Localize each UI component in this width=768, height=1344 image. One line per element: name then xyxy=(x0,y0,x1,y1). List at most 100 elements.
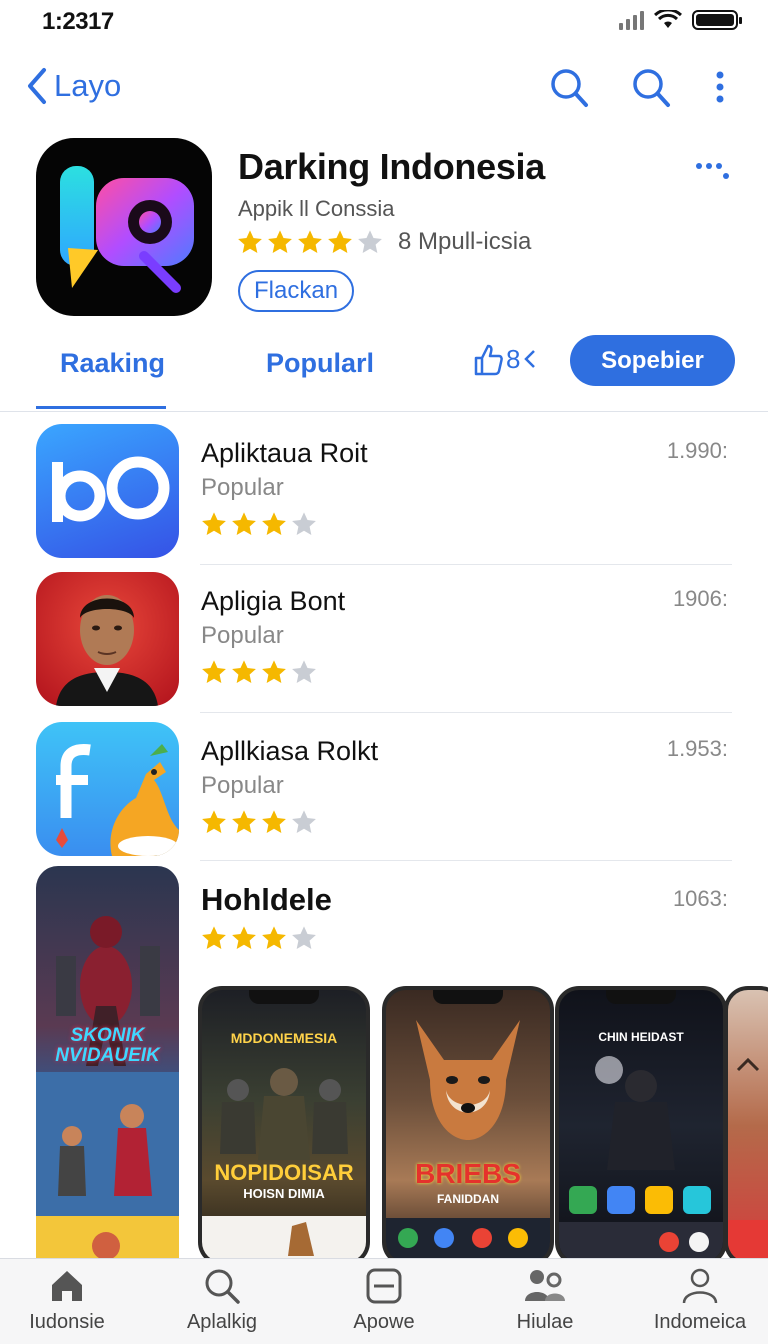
tabbar-label: Aplalkig xyxy=(186,1311,258,1333)
people-icon xyxy=(525,1270,565,1301)
star-icon xyxy=(202,810,226,833)
app-thumbnail xyxy=(36,424,179,558)
fox-image xyxy=(386,1020,550,1262)
screenshot-card[interactable]: CHIN HEIDAST xyxy=(555,986,727,1266)
app-name: Apliktaua Roit xyxy=(201,438,368,468)
app-category: Popular xyxy=(201,772,284,799)
tab-row: Raaking Popularl 8 Sopebier xyxy=(0,330,768,412)
star-icon xyxy=(202,926,226,949)
divider xyxy=(200,564,732,565)
star-icon xyxy=(232,926,256,949)
soldiers-image xyxy=(202,1068,366,1262)
download-count: 1.953: xyxy=(666,736,728,761)
signal-icon xyxy=(619,10,644,30)
portrait-image xyxy=(56,595,158,706)
app-thumbnail xyxy=(36,722,179,856)
rating-stars xyxy=(236,228,384,256)
download-count: 1.990: xyxy=(666,438,728,463)
star-icon xyxy=(262,512,286,535)
thumbs-up-icon xyxy=(474,344,503,376)
featured-poster: SKONIK NVIDAUEIK xyxy=(36,866,179,1266)
more-horizontal-icon[interactable] xyxy=(694,160,730,184)
screenshot-card[interactable] xyxy=(724,986,768,1266)
chevron-left-small-icon xyxy=(524,350,536,368)
search-icon[interactable] xyxy=(630,66,672,110)
search-icon xyxy=(205,1269,240,1304)
tabbar-label: Indomeica xyxy=(653,1311,747,1333)
armored-figure-image xyxy=(559,1056,723,1262)
star-empty-icon xyxy=(358,230,382,253)
star-icon xyxy=(202,660,226,683)
star-icon xyxy=(328,230,352,253)
screenshot-headline: NOPIDOISAR xyxy=(214,1160,354,1185)
tabbar-label: Apowe xyxy=(353,1311,415,1333)
screenshot-card[interactable]: BRIEBS FANIDDAN xyxy=(382,986,554,1266)
tabbar-item-apps[interactable]: Apowe xyxy=(309,1267,459,1334)
app-header: Darking Indonesia Appik ll Conssia 8 Mpu… xyxy=(0,136,768,326)
app-title: Darking Indonesia xyxy=(238,146,545,187)
tabbar-label: Iudonsie xyxy=(29,1311,105,1333)
star-icon xyxy=(268,230,292,253)
subscribe-button[interactable]: Sopebier xyxy=(570,335,735,386)
back-label: Layo xyxy=(54,68,122,103)
status-time: 1:2317 xyxy=(42,8,114,35)
bottom-tab-bar: Iudonsie Aplalkig Apowe Hiulae Indomeica xyxy=(0,1258,768,1344)
tabbar-item-profile[interactable]: Indomeica xyxy=(625,1267,768,1334)
chevron-left-icon xyxy=(28,68,46,104)
divider xyxy=(200,712,732,713)
apps-icon xyxy=(366,1268,402,1304)
star-icon xyxy=(232,810,256,833)
list-item[interactable]: Apligia Bont Popular 1906: xyxy=(0,572,768,720)
star-icon xyxy=(262,926,286,949)
star-icon xyxy=(238,230,262,253)
search-icon[interactable] xyxy=(548,66,590,110)
back-button[interactable]: Layo xyxy=(24,66,121,106)
rating-stars xyxy=(200,658,318,686)
app-name: Apligia Bont xyxy=(201,586,346,616)
screenshot-card[interactable]: MDDONEMESIA NOPIDOISAR HOISN DIMIA xyxy=(198,986,370,1266)
list-item[interactable]: Apllkiasa Rolkt Popular 1.953: xyxy=(0,722,768,870)
tabbar-item-people[interactable]: Hiulae xyxy=(470,1267,620,1334)
rating-text: 8 Mpull-icsia xyxy=(398,228,532,255)
partial-screenshot-image xyxy=(728,1057,768,1262)
tabbar-label: Hiulae xyxy=(516,1311,574,1333)
screenshot-headline: BRIEBS xyxy=(415,1158,521,1189)
screenshot-subtitle: HOISN DIMIA xyxy=(243,1186,325,1201)
camera-logo-icon xyxy=(60,166,194,293)
nav-bar: Layo xyxy=(0,58,768,122)
tag-button[interactable]: Flackan xyxy=(238,270,355,312)
app-icon[interactable] xyxy=(36,138,212,316)
active-tab-indicator xyxy=(36,406,166,409)
poster-art-image xyxy=(36,916,179,1266)
more-vertical-icon[interactable] xyxy=(714,66,726,110)
rating-stars xyxy=(200,510,318,538)
like-count: 8 xyxy=(506,343,521,374)
home-icon xyxy=(52,1271,82,1301)
app-name: Apllkiasa Rolkt xyxy=(201,736,379,766)
profile-icon xyxy=(682,1268,718,1304)
divider xyxy=(200,860,732,861)
star-icon xyxy=(298,230,322,253)
star-icon xyxy=(232,512,256,535)
star-empty-icon xyxy=(292,926,316,949)
bo-logo-icon xyxy=(52,456,170,522)
wifi-icon xyxy=(654,10,682,28)
star-empty-icon xyxy=(292,512,316,535)
tabbar-item-search[interactable]: Aplalkig xyxy=(147,1267,297,1334)
tab-ranking[interactable]: Raaking xyxy=(60,348,165,379)
rating-stars xyxy=(200,924,318,952)
list-item[interactable]: Apliktaua Roit Popular 1.990: xyxy=(0,424,768,572)
like-button[interactable]: 8 xyxy=(472,342,538,376)
star-icon xyxy=(232,660,256,683)
tabbar-item-home[interactable]: Iudonsie xyxy=(0,1267,142,1334)
f-bird-logo-icon xyxy=(56,744,179,856)
star-icon xyxy=(262,810,286,833)
rating-stars xyxy=(200,808,318,836)
download-count: 1906: xyxy=(672,586,728,611)
battery-icon xyxy=(692,10,742,30)
tab-popular[interactable]: Popularl xyxy=(266,348,374,379)
featured-item[interactable]: SKONIK NVIDAUEIK Hohldele 1063: MDDONEME… xyxy=(0,866,768,1266)
app-category: Popular xyxy=(201,622,284,649)
star-icon xyxy=(262,660,286,683)
star-icon xyxy=(202,512,226,535)
